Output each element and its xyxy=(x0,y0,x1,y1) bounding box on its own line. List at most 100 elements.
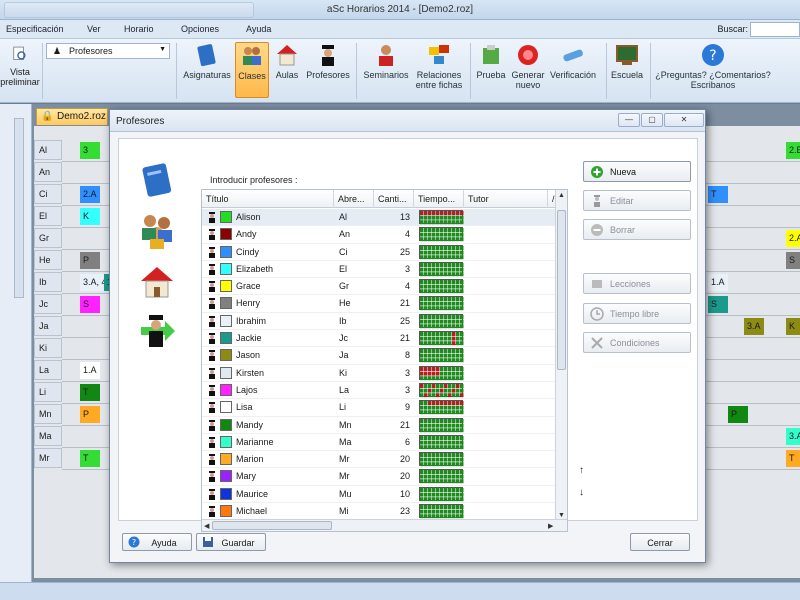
profesores-button[interactable]: Profesores xyxy=(304,42,352,80)
lesson-cell[interactable]: S xyxy=(80,296,100,313)
clases-button[interactable]: Clases xyxy=(235,42,269,98)
table-row[interactable]: Maurice Mu 10 xyxy=(202,486,557,504)
lesson-cell[interactable]: 3 xyxy=(80,142,100,159)
teacher-icon xyxy=(209,419,215,431)
scroll-up-icon[interactable]: ▲ xyxy=(558,192,565,199)
table-row[interactable]: Andy An 4 xyxy=(202,226,557,244)
close-button[interactable]: ✕ xyxy=(664,113,704,127)
menu-opciones[interactable]: Opciones xyxy=(181,24,219,34)
horizontal-scroll-thumb[interactable] xyxy=(212,521,332,530)
lesson-cell[interactable]: P xyxy=(80,252,100,269)
scroll-left-icon[interactable]: ◀ xyxy=(204,522,209,530)
table-row[interactable]: Jackie Jc 21 xyxy=(202,330,557,348)
table-row[interactable]: Marion Mr 20 xyxy=(202,451,557,469)
lesson-cell[interactable]: S xyxy=(708,296,728,313)
profesores-select[interactable]: ♟ Profesores ▼ xyxy=(46,43,170,59)
condiciones-button[interactable]: Condiciones xyxy=(583,332,691,353)
generar-nuevo-button[interactable]: Generar nuevo xyxy=(509,42,547,90)
table-row[interactable]: Mary Mr 20 xyxy=(202,468,557,486)
prueba-button[interactable]: Prueba xyxy=(474,42,508,80)
lesson-cell[interactable]: T xyxy=(80,384,100,401)
lesson-cell[interactable]: 3.A xyxy=(786,428,800,445)
ribbon-separator xyxy=(650,43,651,99)
lesson-cell[interactable]: P xyxy=(80,406,100,423)
menu-ayuda[interactable]: Ayuda xyxy=(246,24,271,34)
grid-row-label: Ci xyxy=(34,184,62,204)
verificacion-button[interactable]: Verificación xyxy=(547,42,599,80)
students-icon xyxy=(142,215,172,249)
lecciones-button[interactable]: Lecciones xyxy=(583,273,691,294)
column-cantidad[interactable]: Canti... xyxy=(374,190,414,208)
teacher-name: Henry xyxy=(236,298,261,309)
menu-ver[interactable]: Ver xyxy=(87,24,101,34)
table-row[interactable]: Ibrahim Ib 25 xyxy=(202,313,557,331)
aulas-button[interactable]: Aulas xyxy=(272,42,302,80)
seminar-icon xyxy=(379,45,393,66)
editar-button[interactable]: Editar xyxy=(583,190,691,211)
guardar-button[interactable]: Guardar xyxy=(196,533,266,551)
table-row[interactable]: Kirsten Ki 3 xyxy=(202,365,557,382)
table-row[interactable]: Marianne Ma 6 xyxy=(202,434,557,452)
generate-icon xyxy=(518,45,538,65)
grid-row-label: Ki xyxy=(34,338,62,358)
grid-row-label: Gr xyxy=(34,228,62,248)
lesson-cell[interactable]: S xyxy=(786,252,800,269)
table-vertical-scrollbar[interactable]: ▲ ▼ xyxy=(555,190,567,521)
table-row[interactable]: Mandy Mn 21 xyxy=(202,417,557,434)
lesson-cell[interactable]: 1.A xyxy=(80,362,100,379)
move-up-icon[interactable]: ↑ xyxy=(579,465,584,476)
search-input[interactable] xyxy=(750,22,800,37)
preguntas-button[interactable]: ? ¿Preguntas? ¿Comentarios? Escribanos xyxy=(652,42,774,90)
lesson-cell[interactable]: 2.E xyxy=(786,142,800,159)
lesson-cell[interactable]: K xyxy=(786,318,800,335)
grid-row-label: He xyxy=(34,250,62,270)
lesson-cell[interactable]: 3.A xyxy=(744,318,764,335)
document-tab[interactable]: 🔒 Demo2.roz xyxy=(36,108,108,125)
move-down-icon[interactable]: ↓ xyxy=(579,487,584,498)
menu-especificacion[interactable]: Especificación xyxy=(6,24,64,34)
table-row[interactable]: Jason Ja 8 xyxy=(202,347,557,365)
menu-horario[interactable]: Horario xyxy=(124,24,154,34)
maximize-button[interactable]: ▢ xyxy=(641,113,663,127)
nueva-button[interactable]: Nueva xyxy=(583,161,691,182)
seminarios-button[interactable]: Seminarios xyxy=(360,42,412,80)
scroll-down-icon[interactable]: ▼ xyxy=(558,512,565,519)
column-abreviatura[interactable]: Abre... xyxy=(334,190,374,208)
asignaturas-button[interactable]: Asignaturas xyxy=(180,42,234,80)
borrar-button[interactable]: Borrar xyxy=(583,219,691,240)
svg-text:?: ? xyxy=(709,48,716,64)
grid-row-label: Li xyxy=(34,382,62,402)
lesson-cell[interactable]: T xyxy=(80,450,100,467)
left-scrollbar[interactable] xyxy=(14,118,24,298)
table-horizontal-scrollbar[interactable]: ◀ ▶ xyxy=(202,519,567,531)
table-row[interactable]: Lisa Li 9 xyxy=(202,399,557,417)
ayuda-button[interactable]: ? Ayuda xyxy=(122,533,192,551)
column-titulo[interactable]: Título xyxy=(202,190,334,208)
tiempo-libre-button[interactable]: Tiempo libre xyxy=(583,303,691,324)
table-row[interactable]: Elizabeth El 3 xyxy=(202,261,557,279)
cerrar-button[interactable]: Cerrar xyxy=(630,533,690,551)
column-tutor[interactable]: Tutor xyxy=(464,190,548,208)
lesson-cell[interactable]: K xyxy=(80,208,100,225)
vista-preliminar-button[interactable]: Vista preliminar xyxy=(0,45,40,87)
lesson-cell[interactable]: P xyxy=(728,406,748,423)
lesson-cell[interactable]: 2.A xyxy=(786,230,800,247)
lesson-cell[interactable]: T xyxy=(786,450,800,467)
escuela-button[interactable]: Escuela xyxy=(609,42,645,80)
table-row[interactable]: Lajos La 3 xyxy=(202,382,557,400)
lesson-cell[interactable]: 1.A xyxy=(708,274,728,291)
lesson-cell[interactable]: T xyxy=(708,186,728,203)
table-row[interactable]: Alison Al 13 xyxy=(202,209,557,227)
table-row[interactable]: Cindy Ci 25 xyxy=(202,244,557,261)
teacher-abbr: Gr xyxy=(339,281,349,292)
minimize-button[interactable]: — xyxy=(618,113,640,127)
scroll-right-icon[interactable]: ▶ xyxy=(548,522,553,530)
column-tiempo[interactable]: Tiempo... xyxy=(414,190,464,208)
book-icon xyxy=(142,163,172,197)
vertical-scroll-thumb[interactable] xyxy=(557,210,566,370)
table-row[interactable]: Grace Gr 4 xyxy=(202,278,557,296)
lesson-cell[interactable]: 2.A xyxy=(80,186,100,203)
table-row[interactable]: Henry He 21 xyxy=(202,295,557,313)
table-row[interactable]: Michael Mi 23 xyxy=(202,503,557,521)
relaciones-button[interactable]: Relaciones entre fichas xyxy=(412,42,466,90)
